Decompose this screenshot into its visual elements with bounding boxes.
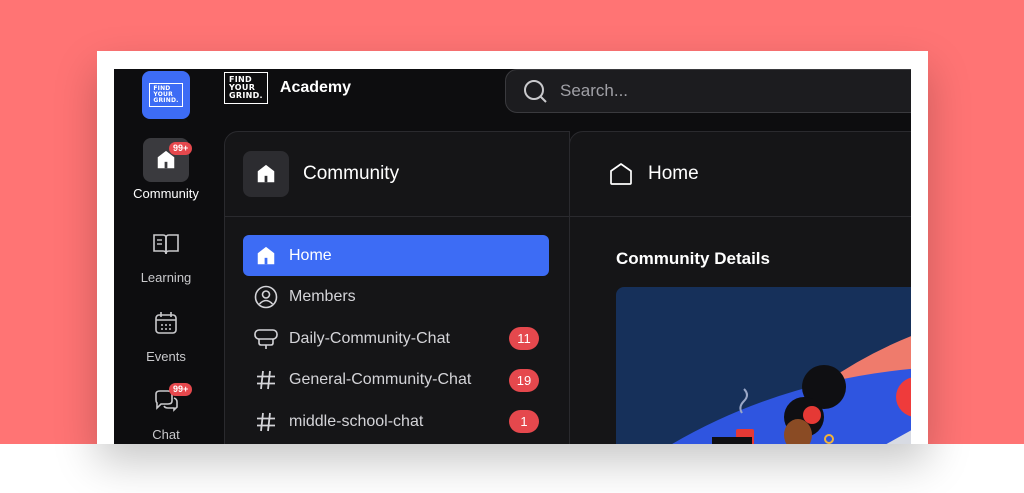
rail-item-learning[interactable]: Learning	[114, 222, 218, 285]
brand-name: Academy	[279, 79, 352, 96]
channel-label: Members	[289, 288, 356, 306]
channel-daily-community-chat[interactable]: Daily-Community-Chat 11	[243, 318, 549, 359]
rail-item-community[interactable]: 99+ Community	[114, 138, 218, 201]
rail-icon-wrap	[143, 222, 189, 266]
channel-list: Home Members Daily-Community-Chat 11 Gen…	[225, 217, 569, 442]
unread-count-badge: 19	[509, 368, 539, 392]
rail-item-label: Community	[133, 186, 199, 201]
rail-item-events[interactable]: Events	[114, 301, 218, 364]
channel-label: General-Community-Chat	[289, 371, 472, 389]
home-icon	[253, 243, 279, 269]
notification-badge: 99+	[169, 383, 193, 396]
brand-logo: FIND YOUR GRIND.	[224, 72, 268, 104]
notification-badge: 99+	[169, 142, 193, 155]
community-cover-illustration	[616, 287, 911, 444]
channel-middle-school-chat[interactable]: middle-school-chat 1	[243, 401, 549, 442]
rail-icon-wrap: 99+	[143, 138, 193, 182]
community-panel-header: Community	[225, 132, 569, 217]
app-window: FIND YOUR GRIND. 99+ Community Learning …	[114, 69, 911, 444]
home-panel-header: Home	[570, 132, 911, 217]
rail-icon-wrap	[143, 301, 189, 345]
channel-label: Daily-Community-Chat	[289, 329, 450, 347]
monitor-icon	[253, 326, 279, 352]
brand[interactable]: FIND YOUR GRIND. Academy	[224, 72, 351, 104]
rail-icon-wrap: 99+	[143, 379, 193, 423]
unread-count-badge: 1	[509, 410, 539, 434]
rail-item-label: Learning	[140, 270, 192, 285]
calendar-icon	[155, 312, 177, 334]
channel-members[interactable]: Members	[243, 277, 549, 318]
rail-logo[interactable]: FIND YOUR GRIND.	[142, 71, 190, 119]
logo-line: GRIND.	[153, 97, 179, 104]
channel-general-community-chat[interactable]: General-Community-Chat 19	[243, 360, 549, 401]
search-input[interactable]	[560, 81, 860, 101]
channel-home[interactable]: Home	[243, 235, 549, 276]
search-bar[interactable]	[505, 69, 911, 113]
left-rail: FIND YOUR GRIND. 99+ Community Learning …	[114, 69, 218, 444]
home-outline-icon	[608, 161, 634, 187]
channel-label: middle-school-chat	[289, 412, 424, 430]
unread-count-badge: 11	[509, 327, 539, 351]
community-panel: Community Home Members Daily-Community-C…	[224, 131, 570, 444]
community-details-heading: Community Details	[616, 249, 770, 268]
hash-icon	[253, 367, 279, 393]
channel-label: Home	[289, 246, 332, 264]
rail-item-label: Chat	[152, 427, 180, 442]
community-icon-box	[243, 151, 289, 197]
search-icon	[524, 80, 547, 103]
rail-item-label: Events	[146, 349, 186, 364]
rail-item-chat[interactable]: 99+ Chat	[114, 379, 218, 442]
community-panel-title: Community	[303, 163, 400, 184]
book-icon	[153, 234, 179, 255]
user-circle-icon	[253, 284, 279, 310]
logo-line: GRIND.	[229, 91, 263, 100]
home-icon	[257, 164, 275, 183]
home-panel-title: Home	[648, 163, 699, 184]
hash-icon	[253, 409, 279, 435]
home-panel: Home Community Details	[569, 131, 911, 444]
find-your-grind-logo: FIND YOUR GRIND.	[149, 83, 183, 107]
